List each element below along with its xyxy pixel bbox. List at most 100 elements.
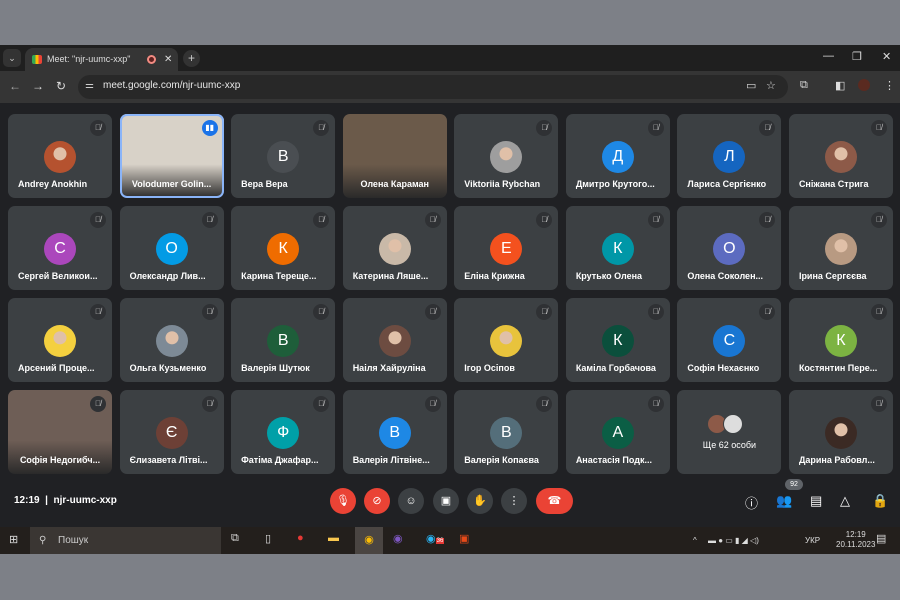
minimize-button[interactable]: — xyxy=(823,50,834,62)
participant-tile[interactable]: 🎙̸ С Софія Нехаєнко xyxy=(677,298,782,382)
avatar-initial: К xyxy=(267,233,300,265)
participant-tile[interactable]: 🎙̸ Ф Фатіма Джафар... xyxy=(231,390,336,474)
participant-tile[interactable]: 🎙̸ К Каміла Горбачова xyxy=(565,298,670,382)
participant-tile[interactable]: 🎙̸ Катерина Ляше... xyxy=(342,206,447,290)
mic-muted-icon: 🎙̸ xyxy=(759,304,776,320)
close-window-button[interactable]: ✕ xyxy=(882,50,891,63)
menu-icon[interactable]: ⋮ xyxy=(884,79,895,92)
taskbar-clock[interactable]: 12:19 20.11.2023 xyxy=(836,530,875,550)
participant-grid: 🎙̸ Andrey Anokhin ▮▮ Volodumer Golin... 🎙̸ В В… xyxy=(8,114,893,474)
participant-tile[interactable]: 🎙̸ Л Лариса Сергієнко xyxy=(677,114,782,198)
reactions-button[interactable]: ☺ xyxy=(398,488,424,514)
language-indicator[interactable]: УКР xyxy=(805,536,820,545)
present-button[interactable]: ▣ xyxy=(433,488,459,514)
participant-tile[interactable]: 🎙̸ В Валерія Копаєва xyxy=(454,390,559,474)
participant-name: Анастасія Подк... xyxy=(575,455,652,465)
start-icon[interactable]: ⊞ xyxy=(9,533,18,546)
participant-tile[interactable]: 🎙̸ Ігор Осіпов xyxy=(454,298,559,382)
participant-tile[interactable]: 🎙̸ С Сергей Великои... xyxy=(8,206,113,290)
avatar-photo xyxy=(490,325,523,357)
tab-meet[interactable]: Meet: "njr-uumc-xxp" ✕ xyxy=(25,48,178,71)
bookmark-star-icon[interactable]: ☆ xyxy=(766,79,776,92)
participant-tile[interactable]: 🎙̸ Е Еліна Крижна xyxy=(454,206,559,290)
restore-button[interactable]: ❐ xyxy=(852,50,862,63)
participant-tile[interactable]: 🎙̸ Арсений Проце... xyxy=(8,298,113,382)
participant-tile[interactable]: 🎙̸ Ольга Кузьменко xyxy=(119,298,224,382)
participant-tile[interactable]: 🎙̸ А Анастасія Подк... xyxy=(565,390,670,474)
app-red-icon[interactable]: ● xyxy=(297,532,304,544)
people-icon[interactable]: 👥 xyxy=(776,493,792,509)
site-info-icon[interactable]: ⚌ xyxy=(85,80,94,91)
tray-overflow-icon[interactable]: ^ xyxy=(693,536,697,545)
profile-avatar[interactable] xyxy=(858,79,870,91)
mic-muted-icon: 🎙̸ xyxy=(201,304,218,320)
file-explorer-icon[interactable]: ▬ xyxy=(328,532,339,544)
reload-icon[interactable]: ↻ xyxy=(56,79,66,93)
chrome-icon[interactable]: ◉ xyxy=(355,527,383,554)
participant-tile[interactable]: 🎙̸ О Олена Соколен... xyxy=(677,206,782,290)
participant-tile[interactable]: 🎙̸ В Вера Вера xyxy=(231,114,336,198)
host-controls-icon[interactable]: 🔒 xyxy=(872,493,888,509)
avatar-initial: Е xyxy=(490,233,523,265)
participant-name: Олена Караман xyxy=(360,179,429,189)
taskbar-search[interactable]: ⚲ Пошук xyxy=(30,527,221,554)
extensions-icon[interactable]: ⧉ xyxy=(800,79,808,92)
participant-tile[interactable]: 🎙̸ В Валерія Шутюк xyxy=(231,298,336,382)
avatar xyxy=(723,414,744,434)
mic-muted-icon: 🎙̸ xyxy=(90,396,107,412)
tab-search-button[interactable]: ⌄ xyxy=(3,49,21,67)
task-view-icon[interactable]: ⧉ xyxy=(231,532,239,545)
participant-tile[interactable]: 🎙̸ Дарина Рабовл... xyxy=(788,390,893,474)
participant-tile[interactable]: 🎙̸ Andrey Anokhin xyxy=(8,114,113,198)
participant-tile[interactable]: 🎙̸ Ірина Сергєєва xyxy=(788,206,893,290)
participant-tile[interactable]: 🎙̸ Є Єлизавета Літві... xyxy=(119,390,224,474)
meeting-code: njr-uumc-xxp xyxy=(53,495,117,506)
activities-icon[interactable]: △ xyxy=(840,493,850,509)
avatar-photo xyxy=(824,417,857,449)
chat-icon[interactable]: ▤ xyxy=(810,493,822,509)
notifications-icon[interactable]: ▤ xyxy=(876,532,886,545)
url-input[interactable]: ⚌ meet.google.com/njr-uumc-xxp ▭ ☆ xyxy=(78,75,788,99)
participant-tile[interactable]: 🎙̸ К Костянтин Пере... xyxy=(788,298,893,382)
mic-muted-icon: 🎙̸ xyxy=(424,212,441,228)
camera-icon[interactable]: ▭ xyxy=(746,79,756,92)
forward-icon[interactable]: → xyxy=(32,79,44,93)
close-tab-icon[interactable]: ✕ xyxy=(164,48,172,71)
more-options-button[interactable]: ⋮ xyxy=(501,488,527,514)
browser-window: ⌄ Meet: "njr-uumc-xxp" ✕ + — ❐ ✕ ← → ↻ ⚌… xyxy=(0,45,900,527)
viber-icon[interactable]: ◉ xyxy=(393,532,403,545)
participant-name: Дарина Рабовл... xyxy=(798,455,875,465)
participant-tile[interactable]: ▮▮ Volodumer Golin... xyxy=(119,114,224,198)
participant-name: Вера Вера xyxy=(241,179,288,189)
participant-name: Ігор Осіпов xyxy=(464,363,515,373)
clock-date: 20.11.2023 xyxy=(836,540,876,549)
raise-hand-button[interactable]: ✋ xyxy=(467,488,493,514)
side-panel-icon[interactable]: ◧ xyxy=(835,79,845,92)
meeting-details-icon[interactable]: ⓘ xyxy=(745,493,758,512)
tray-icons[interactable]: ▬ ● ▭ ▮ ◢ ◁) xyxy=(708,536,759,545)
back-icon[interactable]: ← xyxy=(9,79,21,93)
mic-off-button[interactable]: 🎙 xyxy=(330,488,356,514)
file-icon[interactable]: ▯ xyxy=(265,532,271,545)
participant-tile[interactable]: 🎙̸ В Валерія Літвіне... xyxy=(342,390,447,474)
participant-tile[interactable]: 🎙̸ О Олександр Лив... xyxy=(119,206,224,290)
avatar-photo xyxy=(378,233,411,265)
telegram-icon[interactable]: ◉36 xyxy=(426,532,445,545)
participant-tile[interactable]: 🎙̸ Сніжана Стрига xyxy=(788,114,893,198)
mic-muted-icon: 🎙̸ xyxy=(201,396,218,412)
participant-tile[interactable]: 🎙̸ Софія Недогибч... xyxy=(8,390,113,474)
leave-call-button[interactable]: ☎ xyxy=(536,488,573,514)
camera-off-button[interactable]: ⊘ xyxy=(364,488,390,514)
avatar-initial: Л xyxy=(713,141,746,173)
participant-tile[interactable]: 🎙̸ Д Дмитро Крутого... xyxy=(565,114,670,198)
participant-tile[interactable]: 🎙̸ Viktoriia Rybchan xyxy=(454,114,559,198)
participant-tile[interactable]: 🎙̸ К Крутько Олена xyxy=(565,206,670,290)
more-participants-tile[interactable]: Ще 62 особи xyxy=(677,390,782,474)
new-tab-button[interactable]: + xyxy=(183,50,200,67)
participant-tile[interactable]: 🎙̸ Наіля Хайруліна xyxy=(342,298,447,382)
participant-tile[interactable]: 🎙̸ К Карина Терещe... xyxy=(231,206,336,290)
mic-muted-icon: 🎙̸ xyxy=(313,396,330,412)
mic-muted-icon: 🎙̸ xyxy=(647,304,664,320)
powerpoint-icon[interactable]: ▣ xyxy=(459,532,469,545)
participant-tile[interactable]: Олена Караман xyxy=(342,114,447,198)
